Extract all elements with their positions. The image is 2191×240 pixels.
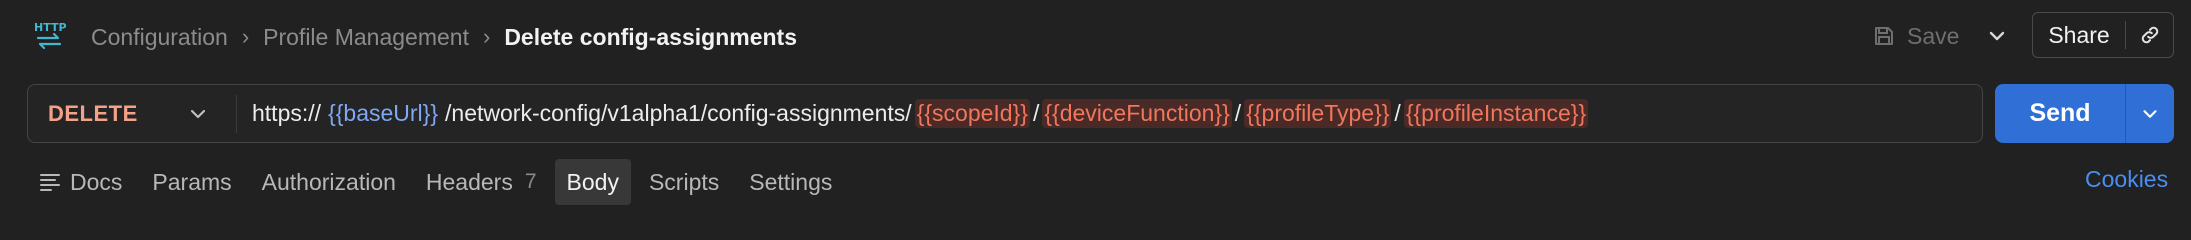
tab-label: Settings — [749, 168, 833, 195]
tab-headers[interactable]: Headers 7 — [414, 159, 549, 205]
url-variable-devicefunction[interactable]: {{deviceFunction}} — [1042, 99, 1232, 128]
url-scheme: https:// — [252, 100, 322, 126]
send-button[interactable]: Send — [1995, 99, 2125, 128]
url-bar: DELETE https:// {{baseUrl}} /network-con… — [27, 84, 1983, 143]
tab-docs[interactable]: Docs — [28, 159, 134, 205]
url-separator: / — [1032, 100, 1040, 126]
url-separator: / — [1394, 100, 1401, 126]
breadcrumb: Configuration › Profile Management › Del… — [91, 20, 797, 54]
tab-params[interactable]: Params — [140, 159, 243, 205]
url-separator: / — [1234, 100, 1242, 126]
link-icon — [2141, 26, 2158, 44]
tab-label: Scripts — [648, 168, 720, 195]
tab-scripts[interactable]: Scripts — [637, 159, 731, 205]
url-variable-profileinstance[interactable]: {{profileInstance}} — [1403, 99, 1589, 128]
tab-settings[interactable]: Settings — [737, 159, 844, 205]
tab-label: Body — [566, 168, 619, 195]
breadcrumb-item-configuration[interactable]: Configuration — [91, 24, 228, 51]
http-request-icon: HTTP — [34, 21, 67, 50]
tab-authorization[interactable]: Authorization — [250, 159, 408, 205]
docs-icon — [40, 174, 60, 191]
request-title[interactable]: Delete config-assignments — [504, 24, 797, 51]
breadcrumb-item-profile-management[interactable]: Profile Management — [263, 24, 469, 51]
url-variable-scopeid[interactable]: {{scopeId}} — [914, 99, 1030, 128]
url-path: /network-config/v1alpha1/config-assignme… — [445, 100, 912, 126]
chevron-right-icon: › — [241, 24, 250, 49]
send-button-group: Send — [1995, 84, 2174, 143]
save-button[interactable]: Save — [1873, 16, 1959, 56]
tab-label: Headers — [425, 168, 513, 195]
share-button-group: Share — [2032, 12, 2174, 58]
request-header: HTTP Configuration › Profile Management … — [0, 0, 2191, 74]
chevron-down-icon — [2143, 109, 2157, 118]
share-button[interactable]: Share — [2033, 22, 2125, 49]
method-label: DELETE — [48, 100, 138, 126]
request-tabs: Docs Params Authorization Headers 7 Body… — [28, 158, 850, 206]
tab-label: Params — [152, 168, 232, 195]
svg-text:HTTP: HTTP — [34, 21, 67, 34]
send-options-button[interactable] — [2126, 103, 2174, 125]
method-divider — [236, 95, 237, 133]
chevron-right-icon: › — [482, 24, 491, 49]
url-variable-baseurl[interactable]: {{baseUrl}} — [328, 100, 438, 127]
url-input[interactable]: https:// {{baseUrl}} /network-config/v1a… — [252, 85, 1591, 142]
save-label: Save — [1907, 22, 1960, 49]
headers-count-badge: 7 — [524, 170, 537, 193]
copy-link-button[interactable] — [2126, 24, 2173, 46]
cookies-link[interactable]: Cookies — [2085, 166, 2168, 193]
chevron-down-icon[interactable] — [1985, 24, 2009, 48]
url-variable-profiletype[interactable]: {{profileType}} — [1244, 99, 1392, 128]
chevron-down-icon[interactable] — [186, 102, 210, 126]
save-icon — [1875, 27, 1893, 45]
tab-label: Authorization — [261, 168, 396, 195]
tab-body[interactable]: Body — [554, 159, 631, 205]
tab-label: Docs — [70, 168, 123, 195]
